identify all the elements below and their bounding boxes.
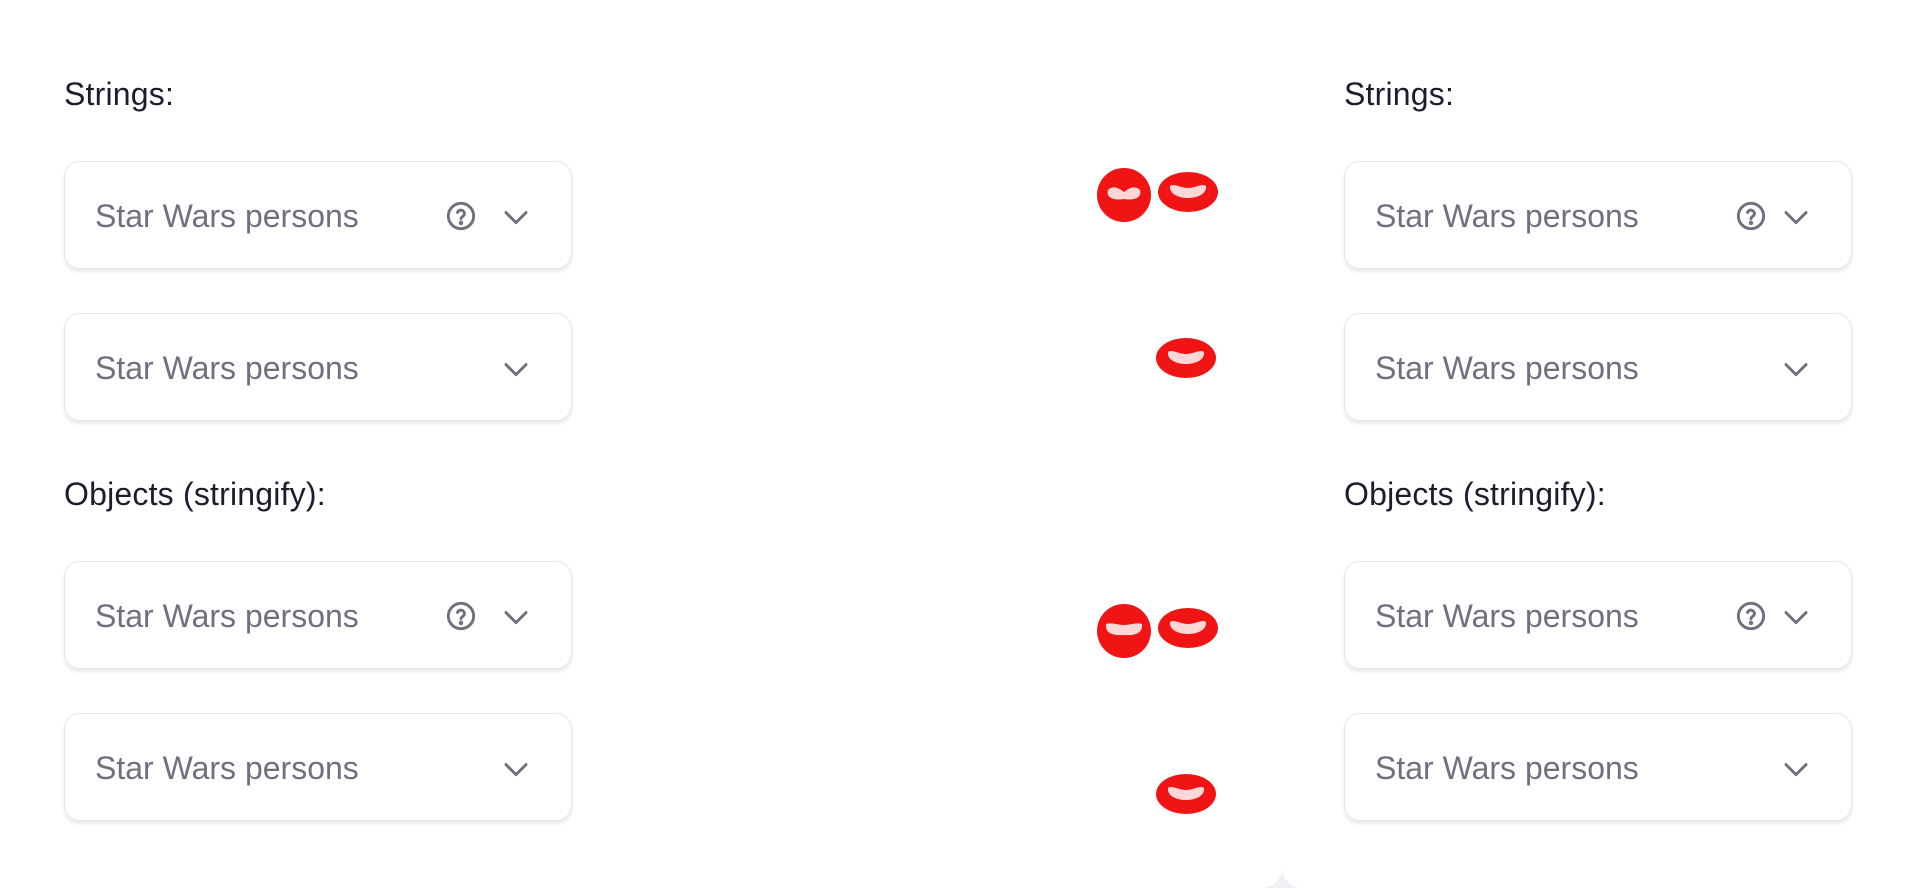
help-circle-icon[interactable] [445, 200, 477, 232]
select-value: Star Wars persons [95, 350, 359, 386]
red-indicator-icon [1154, 336, 1218, 380]
select-value: Star Wars persons [1375, 350, 1639, 386]
objects-select-with-help[interactable]: Star Wars persons [1344, 561, 1852, 669]
red-indicator-icon [1154, 772, 1218, 816]
red-indicator-icon [1090, 602, 1160, 660]
help-circle-icon[interactable] [445, 600, 477, 632]
select-value: Star Wars persons [95, 198, 359, 234]
select-value: Star Wars persons [95, 598, 359, 634]
objects-select[interactable]: Star Wars persons [64, 713, 572, 821]
objects-select-with-help[interactable]: Star Wars persons [64, 561, 572, 669]
strings-select-with-help[interactable]: Star Wars persons [1344, 161, 1852, 269]
chevron-down-icon[interactable] [1781, 754, 1811, 784]
left-panel: Strings: Star Wars persons Star Wars per… [0, 0, 1282, 888]
help-circle-icon[interactable] [1735, 600, 1767, 632]
select-value: Star Wars persons [1375, 598, 1639, 634]
objects-heading: Objects (stringify): [1344, 476, 1606, 512]
chevron-down-icon[interactable] [1781, 354, 1811, 384]
red-indicator-icon [1156, 170, 1220, 214]
chevron-down-icon[interactable] [1781, 202, 1811, 232]
strings-select-with-help[interactable]: Star Wars persons [64, 161, 572, 269]
red-indicator-icon [1156, 606, 1220, 650]
chevron-down-icon[interactable] [501, 202, 531, 232]
select-value: Star Wars persons [1375, 750, 1639, 786]
chevron-down-icon[interactable] [501, 602, 531, 632]
strings-select[interactable]: Star Wars persons [1344, 313, 1852, 421]
right-panel: Strings: Star Wars persons Star Wars per… [1282, 0, 1920, 888]
help-circle-icon[interactable] [1735, 200, 1767, 232]
select-value: Star Wars persons [1375, 198, 1639, 234]
red-indicator-icon [1090, 166, 1160, 224]
strings-select[interactable]: Star Wars persons [64, 313, 572, 421]
chevron-down-icon[interactable] [501, 354, 531, 384]
chevron-down-icon[interactable] [1781, 602, 1811, 632]
select-value: Star Wars persons [95, 750, 359, 786]
strings-heading: Strings: [64, 76, 175, 112]
objects-select[interactable]: Star Wars persons [1344, 713, 1852, 821]
strings-heading: Strings: [1344, 76, 1455, 112]
objects-heading: Objects (stringify): [64, 476, 326, 512]
chevron-down-icon[interactable] [501, 754, 531, 784]
